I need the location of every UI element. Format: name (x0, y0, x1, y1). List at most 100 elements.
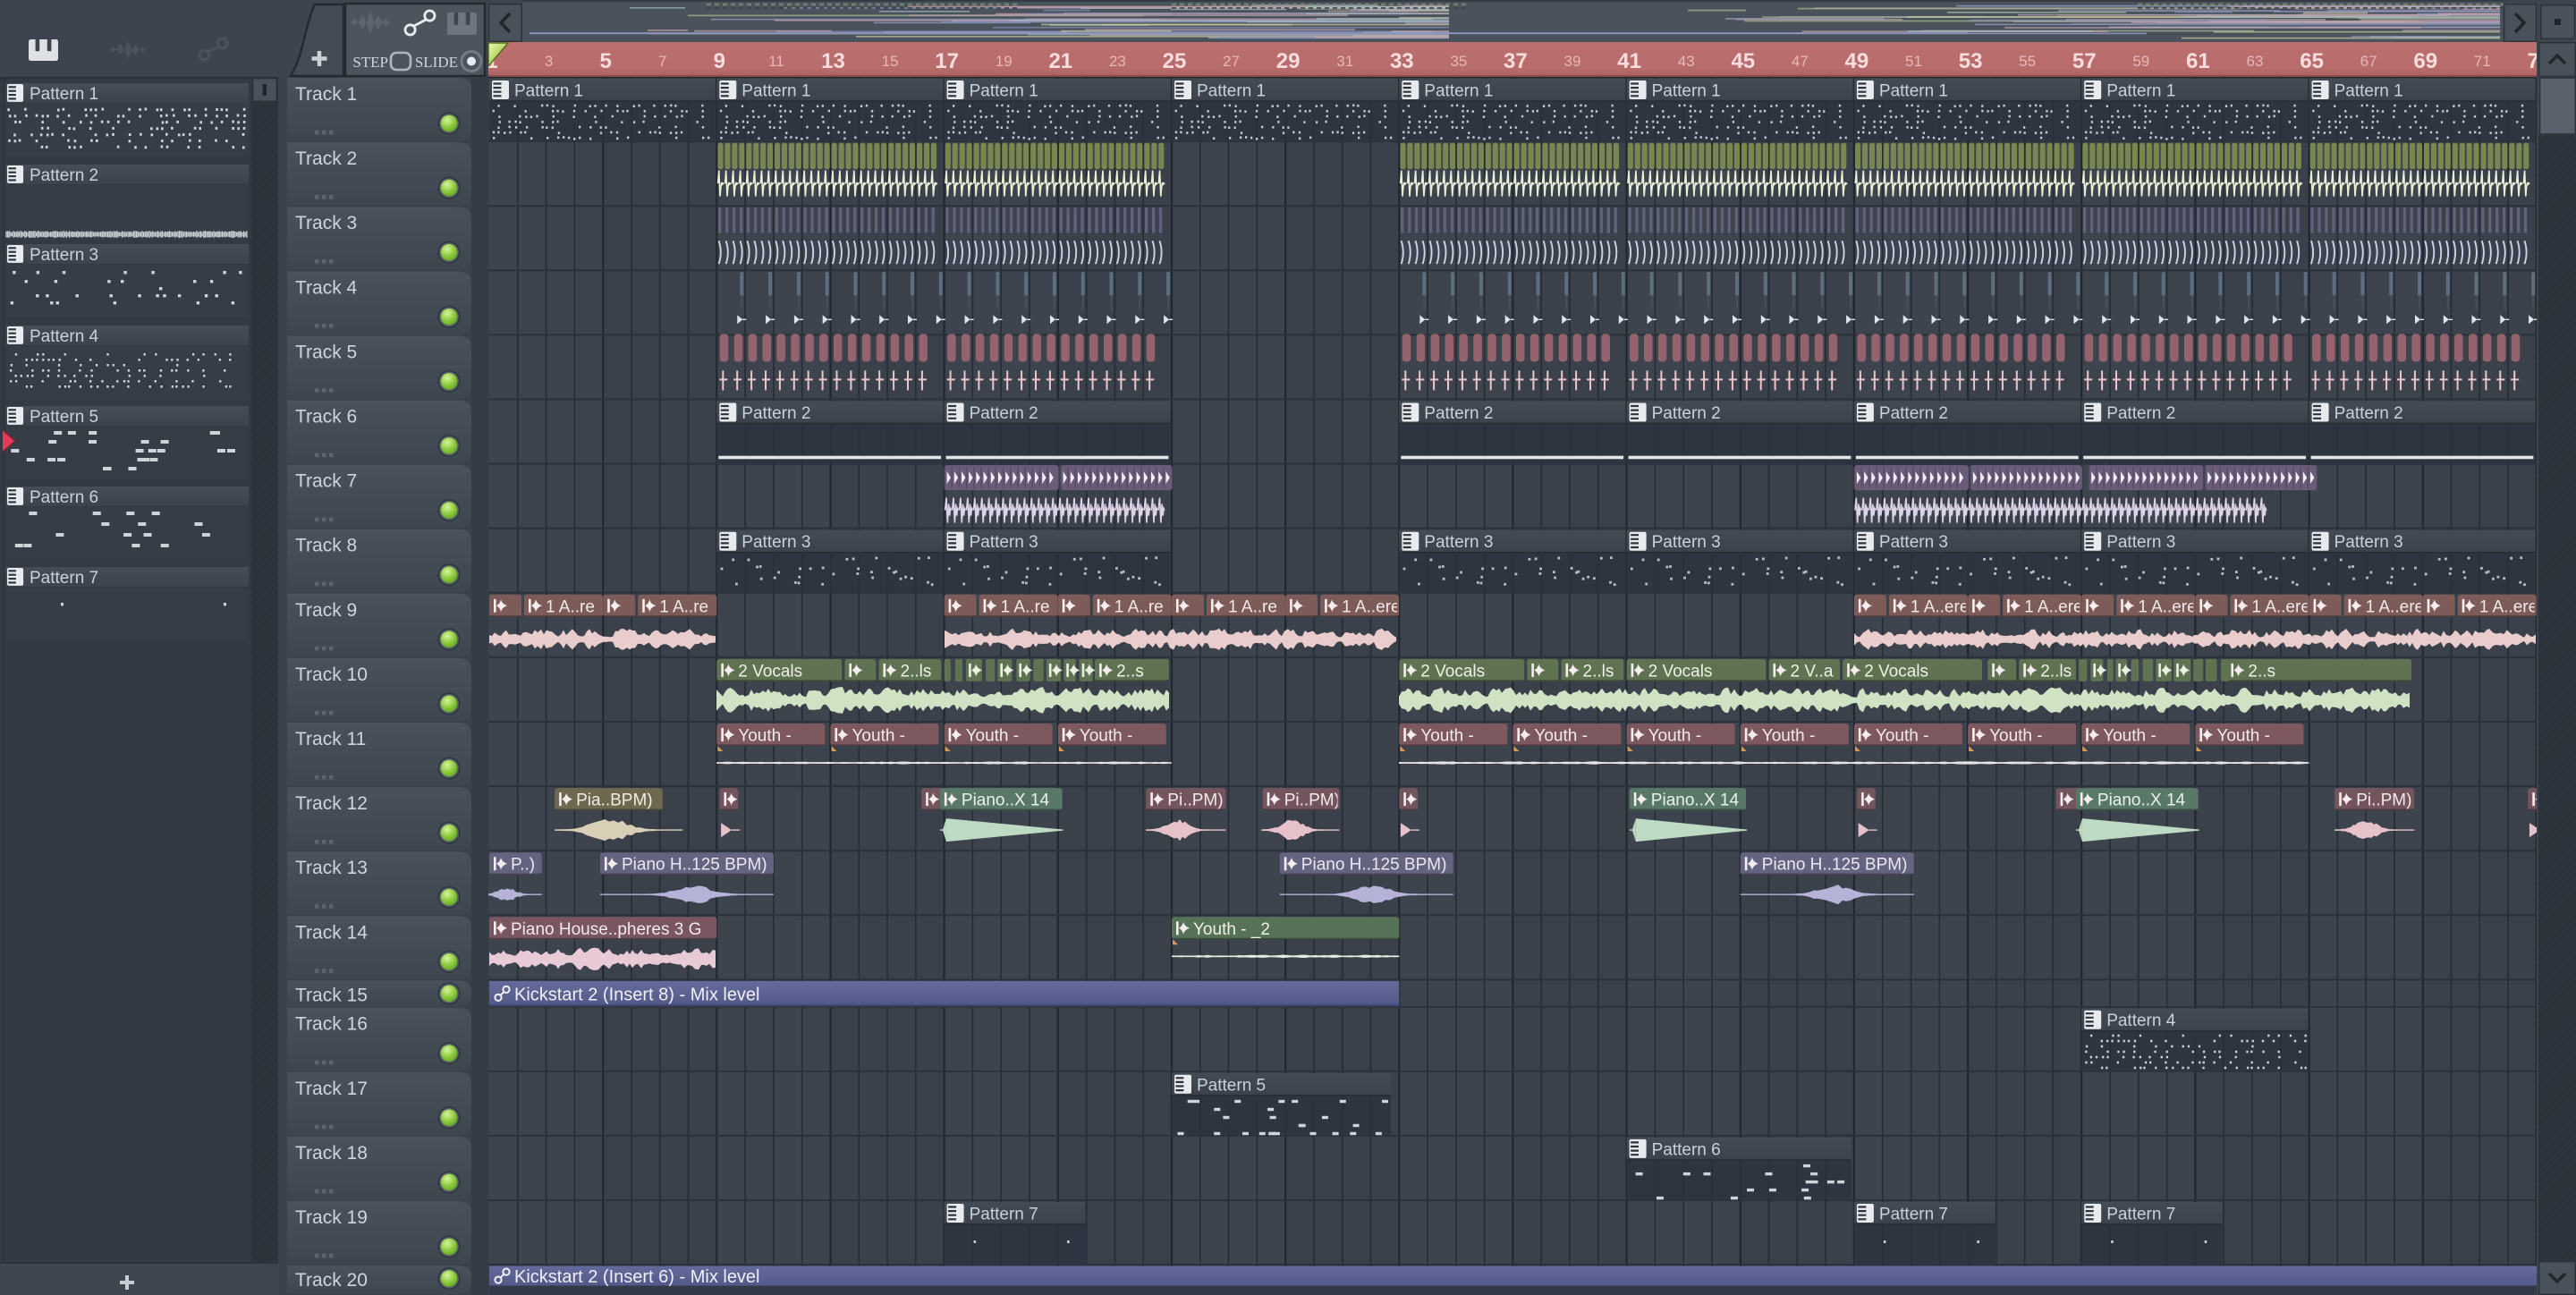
svg-text:Youth -: Youth - (738, 727, 792, 746)
svg-text:Pattern 6: Pattern 6 (30, 488, 98, 507)
svg-text:61: 61 (2186, 49, 2210, 73)
svg-text:37: 37 (1504, 49, 1528, 73)
svg-text:Pattern 6: Pattern 6 (1652, 1140, 1721, 1159)
svg-text:Pi..PM): Pi..PM) (2356, 791, 2411, 810)
svg-text:45: 45 (1731, 49, 1755, 73)
svg-text:Youth -: Youth - (1080, 727, 1133, 746)
svg-text:39: 39 (1564, 53, 1581, 70)
svg-text:51: 51 (1905, 53, 1922, 70)
svg-text:Youth -: Youth - (1762, 727, 1816, 746)
svg-text:59: 59 (2132, 53, 2149, 70)
svg-text:Pattern 2: Pattern 2 (1424, 404, 1493, 423)
svg-text:Youth -: Youth - (1534, 727, 1588, 746)
svg-text:2..s: 2..s (2248, 662, 2275, 681)
svg-text:Track 11: Track 11 (295, 729, 366, 749)
svg-text:Pattern 2: Pattern 2 (1652, 404, 1721, 423)
svg-text:Pia..BPM): Pia..BPM) (576, 791, 653, 810)
svg-text:Pattern 1: Pattern 1 (30, 85, 98, 104)
svg-text:Pattern 1: Pattern 1 (2106, 82, 2175, 101)
svg-text:2 V..a: 2 V..a (1791, 662, 1834, 681)
svg-text:33: 33 (1390, 49, 1414, 73)
svg-text:Pattern 1: Pattern 1 (2334, 82, 2403, 101)
svg-text:Piano..X 14: Piano..X 14 (962, 791, 1050, 810)
svg-text:57: 57 (2072, 49, 2097, 73)
svg-text:Youth -: Youth - (1876, 727, 1929, 746)
svg-text:65: 65 (2300, 49, 2324, 73)
svg-text:55: 55 (2019, 53, 2036, 70)
svg-text:2..ls: 2..ls (1583, 662, 1614, 681)
svg-text:Pattern 2: Pattern 2 (970, 404, 1038, 423)
svg-text:Pattern 7: Pattern 7 (970, 1206, 1038, 1224)
svg-text:Pattern 1: Pattern 1 (514, 82, 583, 101)
svg-text:P..): P..) (511, 856, 535, 875)
svg-text:Piano H..125 BPM): Piano H..125 BPM) (622, 856, 767, 875)
svg-text:Pattern 2: Pattern 2 (2334, 404, 2403, 423)
svg-text:Piano..X 14: Piano..X 14 (1651, 791, 1740, 810)
svg-text:Youth -: Youth - (852, 727, 906, 746)
svg-text:Track 15: Track 15 (295, 985, 368, 1005)
svg-text:17: 17 (935, 49, 959, 73)
svg-text:7: 7 (658, 53, 666, 70)
svg-text:67: 67 (2360, 53, 2377, 70)
svg-text:1 A..re: 1 A..re (1114, 597, 1164, 616)
svg-text:Track 4: Track 4 (295, 277, 358, 298)
svg-text:15: 15 (882, 53, 899, 70)
svg-text:Track 19: Track 19 (295, 1207, 368, 1228)
svg-text:Track 18: Track 18 (295, 1143, 368, 1164)
svg-text:Pattern 3: Pattern 3 (1879, 533, 1948, 552)
svg-text:2 Vocals: 2 Vocals (1420, 662, 1485, 681)
svg-text:53: 53 (1959, 49, 1983, 73)
svg-text:27: 27 (1223, 53, 1240, 70)
svg-text:Pattern 1: Pattern 1 (1879, 82, 1948, 101)
svg-text:47: 47 (1792, 53, 1809, 70)
svg-text:11: 11 (768, 53, 784, 70)
svg-text:Piano H..125 BPM): Piano H..125 BPM) (1301, 856, 1447, 875)
svg-text:Piano House..pheres 3 G: Piano House..pheres 3 G (511, 920, 701, 939)
svg-text:Pattern 1: Pattern 1 (741, 82, 810, 101)
svg-text:21: 21 (1048, 49, 1072, 73)
svg-text:Track 9: Track 9 (295, 600, 357, 621)
svg-text:Track 10: Track 10 (295, 664, 368, 685)
svg-text:1 A..re: 1 A..re (1001, 597, 1050, 616)
svg-text:Pattern 2: Pattern 2 (741, 404, 810, 423)
svg-text:35: 35 (1450, 53, 1467, 70)
svg-text:Pattern 3: Pattern 3 (1652, 533, 1721, 552)
svg-text:1 A..ere: 1 A..ere (1911, 597, 1970, 616)
svg-text:Pattern 2: Pattern 2 (1879, 404, 1948, 423)
svg-text:Track 3: Track 3 (295, 213, 357, 233)
svg-text:Track 17: Track 17 (295, 1079, 368, 1099)
svg-text:41: 41 (1617, 49, 1641, 73)
svg-text:Youth -: Youth - (1420, 727, 1474, 746)
svg-text:Track 14: Track 14 (295, 922, 368, 943)
svg-text:Youth -: Youth - (2103, 727, 2157, 746)
svg-text:Pattern 7: Pattern 7 (30, 569, 98, 588)
svg-text:2 Vocals: 2 Vocals (738, 662, 802, 681)
svg-text:2..ls: 2..ls (2040, 662, 2072, 681)
svg-text:Track 7: Track 7 (295, 471, 357, 492)
svg-text:Kickstart 2 (Insert 6) - Mix l: Kickstart 2 (Insert 6) - Mix level (514, 1267, 760, 1287)
svg-text:1 A..re: 1 A..re (1228, 597, 1277, 616)
svg-text:Pattern 3: Pattern 3 (741, 533, 810, 552)
svg-text:1 A..ere: 1 A..ere (2251, 597, 2310, 616)
svg-text:31: 31 (1336, 53, 1353, 70)
svg-text:2 Vocals: 2 Vocals (1648, 662, 1713, 681)
svg-text:STEP: STEP (352, 54, 388, 71)
svg-text:Pi..PM): Pi..PM) (1167, 791, 1223, 810)
svg-text:1 A..re: 1 A..re (659, 597, 708, 616)
svg-text:1 A..re: 1 A..re (546, 597, 595, 616)
svg-text:Youth - _2: Youth - _2 (1193, 920, 1270, 939)
svg-text:2..s: 2..s (1116, 662, 1144, 681)
svg-text:13: 13 (821, 49, 845, 73)
svg-text:Pattern 3: Pattern 3 (2334, 533, 2403, 552)
svg-text:SLIDE: SLIDE (415, 54, 458, 71)
svg-text:Pattern 3: Pattern 3 (1424, 533, 1493, 552)
svg-text:Youth -: Youth - (966, 727, 1020, 746)
svg-text:Pattern 7: Pattern 7 (1879, 1206, 1948, 1224)
svg-text:Pattern 1: Pattern 1 (1424, 82, 1493, 101)
svg-text:Youth -: Youth - (1989, 727, 2043, 746)
svg-text:Pattern 1: Pattern 1 (1652, 82, 1721, 101)
svg-text:Pattern 2: Pattern 2 (2106, 404, 2175, 423)
svg-text:Pattern 1: Pattern 1 (970, 82, 1038, 101)
svg-text:Pattern 3: Pattern 3 (970, 533, 1038, 552)
svg-text:1 A..ere: 1 A..ere (2024, 597, 2083, 616)
